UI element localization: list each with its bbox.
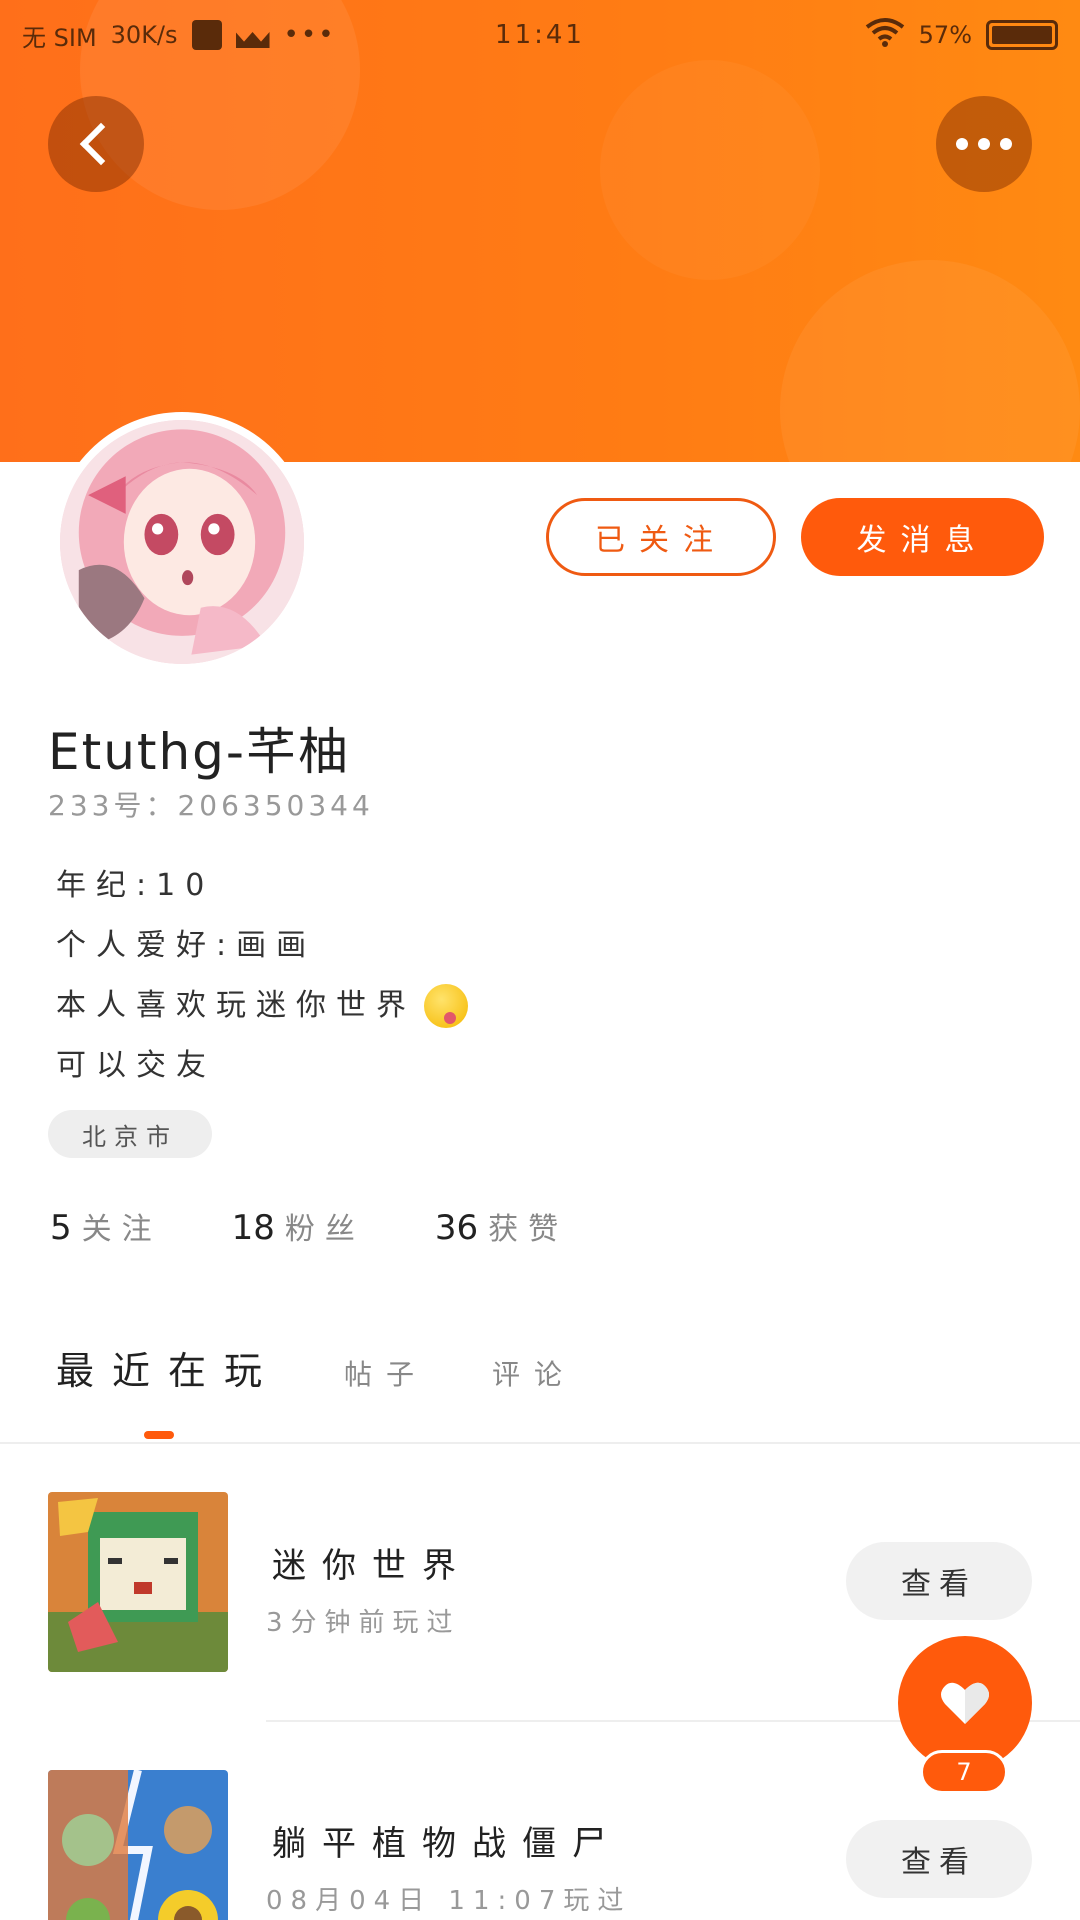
- content-tabs: 最近在玩 帖子 评论: [56, 1340, 576, 1395]
- view-game-button[interactable]: 查看: [846, 1820, 1032, 1898]
- bio-line: 个人爱好:画画: [56, 928, 317, 963]
- chevron-left-icon: [79, 122, 123, 166]
- bio-line: 本人喜欢玩迷你世界: [56, 976, 468, 1036]
- game-title: 躺平植物战僵尸: [272, 1824, 622, 1864]
- profile-bio: 年纪:10 个人爱好:画画 本人喜欢玩迷你世界 可以交友: [56, 856, 468, 1096]
- profile-name: Etuthg-芊柚: [48, 723, 350, 781]
- like-count-badge: 7: [920, 1750, 1008, 1794]
- profile-stats: 5 关注 18 粉丝 36 获赞: [50, 1204, 568, 1248]
- send-message-button[interactable]: 发消息: [801, 498, 1044, 576]
- stat-label: 关注: [81, 1212, 162, 1247]
- more-dots-icon: [956, 138, 1012, 150]
- heart-icon: [939, 1680, 991, 1726]
- list-item[interactable]: 躺平植物战僵尸 08月04日 11:07玩过 查看: [0, 1770, 1080, 1920]
- more-options-button[interactable]: [936, 96, 1032, 192]
- game-thumbnail: [48, 1492, 228, 1672]
- banner-decoration: [600, 60, 820, 280]
- avatar[interactable]: [52, 412, 312, 672]
- banner-decoration: [780, 260, 1080, 462]
- stat-label: 获赞: [488, 1212, 569, 1247]
- stat-following[interactable]: 5 关注: [50, 1204, 162, 1248]
- stat-likes[interactable]: 36 获赞: [435, 1204, 568, 1248]
- avatar-image: [60, 420, 304, 664]
- game-title: 迷你世界: [272, 1546, 472, 1586]
- bio-line: 可以交友: [56, 1048, 216, 1083]
- tab-recently-played[interactable]: 最近在玩: [56, 1340, 280, 1395]
- back-button[interactable]: [48, 96, 144, 192]
- stat-value: 5: [50, 1208, 72, 1248]
- stat-value: 18: [231, 1208, 275, 1248]
- view-game-button[interactable]: 查看: [846, 1542, 1032, 1620]
- divider: [0, 1442, 1080, 1444]
- list-item[interactable]: 迷你世界 3分钟前玩过 查看: [0, 1492, 1080, 1672]
- followed-button[interactable]: 已关注: [546, 498, 776, 576]
- location-tag: 北京市: [48, 1110, 212, 1158]
- clock: 11:41: [495, 20, 585, 50]
- game-last-played: 3分钟前玩过: [266, 1608, 461, 1638]
- active-tab-indicator: [144, 1431, 174, 1439]
- bio-line-text: 本人喜欢玩迷你世界: [56, 988, 416, 1023]
- game-last-played: 08月04日 11:07玩过: [266, 1886, 632, 1916]
- profile-id: 233号：206350344: [48, 789, 374, 822]
- battery-icon: [986, 20, 1058, 50]
- game-thumbnail: [48, 1770, 228, 1920]
- tab-comments[interactable]: 评论: [492, 1353, 576, 1393]
- stat-fans[interactable]: 18 粉丝: [232, 1204, 365, 1248]
- bio-line: 年纪:10: [56, 868, 215, 903]
- status-bar: 无 SIM 30K/s ••• 11:41 57%: [0, 0, 1080, 70]
- tab-posts[interactable]: 帖子: [344, 1353, 428, 1393]
- stat-value: 36: [434, 1208, 479, 1248]
- winking-tongue-emoji-icon: [424, 984, 468, 1028]
- stat-label: 粉丝: [284, 1212, 365, 1247]
